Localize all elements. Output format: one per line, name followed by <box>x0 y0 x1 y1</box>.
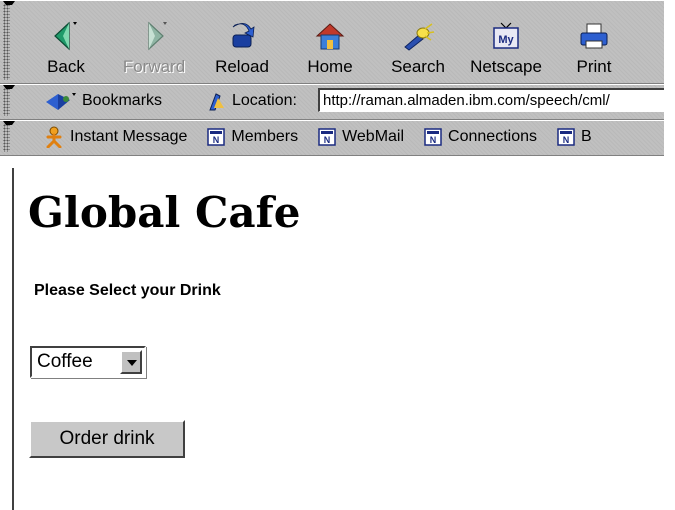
netscape-my-icon: My <box>493 22 519 49</box>
forward-label: Forward <box>122 57 186 76</box>
svg-text:N: N <box>213 135 220 145</box>
location-toolbar: Bookmarks Location: http://raman.almaden… <box>0 84 664 120</box>
home-label: Home <box>307 57 353 76</box>
back-arrow-icon <box>54 21 77 51</box>
reload-button[interactable]: Reload <box>198 1 286 83</box>
netscape-label: Netscape <box>470 57 542 76</box>
svg-text:N: N <box>430 135 437 145</box>
personal-toolbar-grip[interactable] <box>3 121 15 152</box>
location-label: Location: <box>232 92 297 109</box>
connections-link[interactable]: N Connections <box>424 128 537 146</box>
instant-message-person-icon <box>46 126 62 148</box>
webmail-link[interactable]: N WebMail <box>318 128 404 146</box>
order-drink-button[interactable]: Order drink <box>29 420 185 458</box>
personal-toolbar: Instant Message N Members N WebMail N Co… <box>0 120 664 156</box>
browser-chrome: Back Forward Reload Home Search My Netsc… <box>0 0 664 156</box>
members-label: Members <box>231 128 299 145</box>
drink-select-value: Coffee <box>37 351 93 372</box>
bookmark-document-icon: N <box>557 128 575 146</box>
drink-prompt: Please Select your Drink <box>34 282 221 299</box>
page-content: Global Cafe Please Select your Drink Cof… <box>14 168 664 510</box>
printer-icon <box>580 23 608 49</box>
reload-label: Reload <box>215 57 269 76</box>
forward-arrow-icon <box>148 21 167 51</box>
home-icon <box>315 23 345 50</box>
bookmarks-label: Bookmarks <box>82 92 163 109</box>
svg-text:My: My <box>498 34 514 46</box>
location-toolbar-grip[interactable] <box>3 85 15 116</box>
instant-message-link[interactable]: Instant Message <box>44 126 187 148</box>
home-button[interactable]: Home <box>286 1 374 83</box>
truncated-bookmark-label: B <box>581 128 592 145</box>
bookmark-document-icon: N <box>207 128 226 146</box>
back-button[interactable]: Back <box>22 1 110 83</box>
search-label: Search <box>391 57 445 76</box>
members-link[interactable]: N Members <box>207 128 298 146</box>
instant-message-label: Instant Message <box>70 128 188 145</box>
forward-button[interactable]: Forward <box>110 1 198 83</box>
toolbar-grip-handle[interactable] <box>3 1 15 80</box>
svg-text:N: N <box>324 135 331 145</box>
search-button[interactable]: Search <box>374 1 462 83</box>
bookmark-document-icon: N <box>424 128 442 146</box>
bookmarks-icon <box>46 93 76 110</box>
bookmarks-button[interactable]: Bookmarks <box>44 90 162 112</box>
url-input[interactable]: http://raman.almaden.ibm.com/speech/cml/ <box>318 88 664 112</box>
svg-text:N: N <box>563 135 570 145</box>
bookmark-document-icon: N <box>318 128 336 146</box>
reload-icon <box>232 23 255 48</box>
connections-label: Connections <box>448 128 537 145</box>
truncated-bookmark-link[interactable]: N B <box>557 128 592 146</box>
print-label: Print <box>576 57 612 76</box>
location-icon <box>209 93 224 111</box>
page-title: Global Cafe <box>28 188 301 237</box>
window-right-margin <box>664 0 675 510</box>
webmail-label: WebMail <box>342 128 405 145</box>
drink-select[interactable]: Coffee <box>30 346 146 378</box>
print-button[interactable]: Print <box>550 1 638 83</box>
netscape-button[interactable]: My Netscape <box>462 1 550 83</box>
location-label-group: Location: <box>206 90 297 112</box>
search-flashlight-icon <box>404 23 435 51</box>
back-label: Back <box>47 57 85 76</box>
navigation-toolbar: Back Forward Reload Home Search My Netsc… <box>0 0 664 84</box>
dropdown-arrow-icon[interactable] <box>120 350 142 374</box>
